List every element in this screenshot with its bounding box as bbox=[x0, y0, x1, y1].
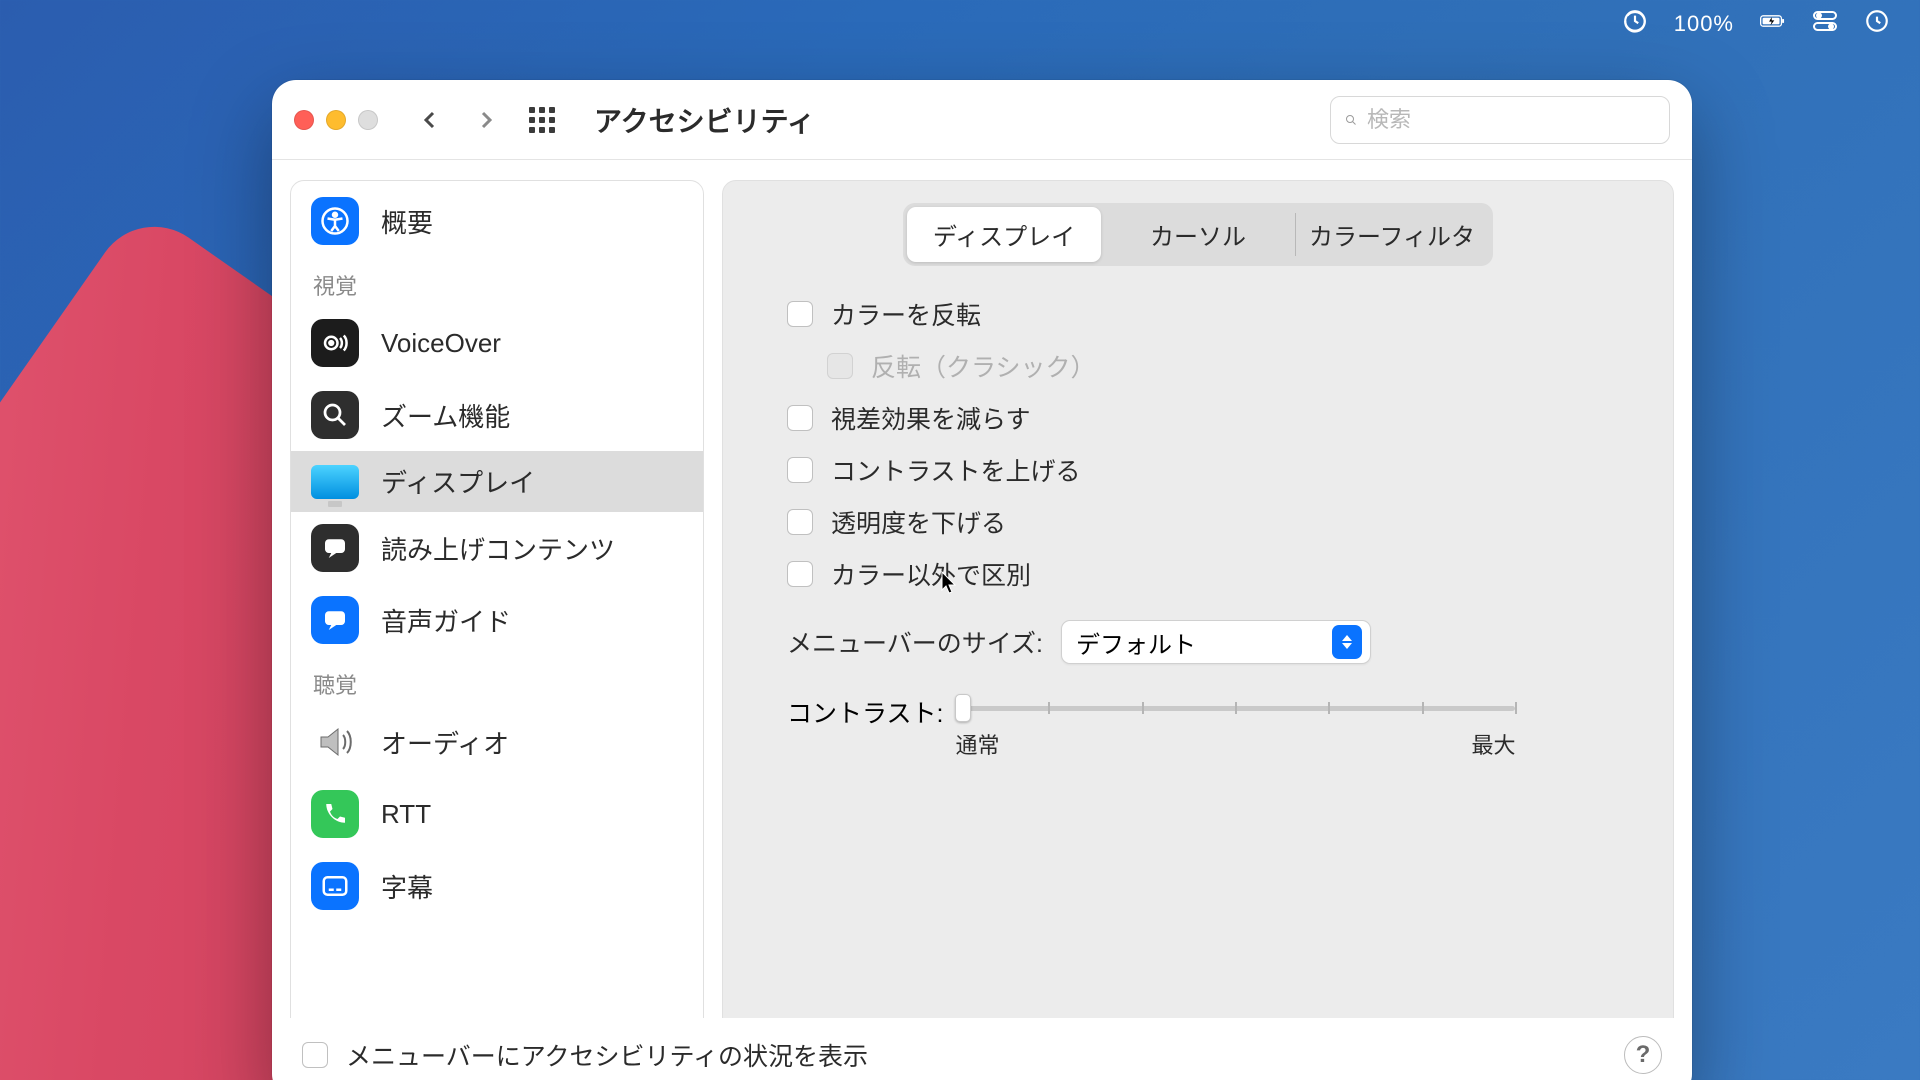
contrast-slider[interactable] bbox=[955, 694, 1515, 722]
search-icon bbox=[1345, 109, 1357, 131]
sidebar-item-label: 読み上げコンテンツ bbox=[381, 530, 615, 567]
tab-label: カラーフィルタ bbox=[1309, 224, 1475, 251]
clock-icon[interactable] bbox=[1864, 8, 1890, 40]
back-button[interactable] bbox=[408, 98, 452, 142]
checkbox[interactable] bbox=[787, 509, 813, 535]
sidebar-item-spoken-content[interactable]: 読み上げコンテンツ bbox=[291, 512, 703, 584]
sidebar-item-label: VoiceOver bbox=[381, 328, 501, 359]
select-value: デフォルト bbox=[1076, 625, 1332, 660]
select-stepper-icon bbox=[1332, 625, 1362, 659]
checkbox-label: 反転（クラシック） bbox=[871, 348, 1096, 384]
help-button[interactable]: ? bbox=[1624, 1036, 1662, 1074]
checkbox[interactable] bbox=[787, 405, 813, 431]
tab-label: ディスプレイ bbox=[933, 224, 1075, 251]
show-all-button[interactable] bbox=[520, 98, 564, 142]
contrast-label: コントラスト: bbox=[787, 694, 943, 730]
sidebar-item-rtt[interactable]: RTT bbox=[291, 778, 703, 850]
sidebar-item-label: 概要 bbox=[381, 203, 433, 240]
display-tabs: ディスプレイ カーソル カラーフィルタ bbox=[903, 203, 1493, 266]
display-icon bbox=[311, 465, 359, 499]
sidebar-item-label: RTT bbox=[381, 799, 431, 830]
tab-cursor[interactable]: カーソル bbox=[1101, 207, 1295, 262]
sidebar-item-label: 音声ガイド bbox=[381, 602, 511, 639]
window-footer: メニューバーにアクセシビリティの状況を表示 ? bbox=[290, 1018, 1674, 1080]
checkbox-label: 視差効果を減らす bbox=[831, 400, 1031, 436]
sidebar-item-audio[interactable]: オーディオ bbox=[291, 706, 703, 778]
checkbox-reduce-transparency[interactable]: 透明度を下げる bbox=[787, 504, 1623, 540]
system-menubar: 100% bbox=[1592, 0, 1920, 48]
accessibility-icon bbox=[311, 197, 359, 245]
spoken-content-icon bbox=[311, 524, 359, 572]
sidebar-section-hearing: 聴覚 bbox=[291, 656, 703, 706]
sidebar-item-label: 字幕 bbox=[381, 868, 433, 905]
zoom-icon bbox=[311, 391, 359, 439]
checkbox-differentiate-without-color[interactable]: カラー以外で区別 bbox=[787, 556, 1623, 592]
zoom-button[interactable] bbox=[358, 110, 378, 130]
voiceover-icon bbox=[311, 319, 359, 367]
main-panel: ディスプレイ カーソル カラーフィルタ カラーを反転 反転（クラシック） 視差効… bbox=[722, 180, 1674, 1080]
sidebar-section-vision: 視覚 bbox=[291, 257, 703, 307]
battery-percentage: 100% bbox=[1674, 11, 1734, 37]
checkbox-label: 透明度を下げる bbox=[831, 504, 1006, 540]
sidebar-item-label: ディスプレイ bbox=[381, 463, 535, 500]
slider-max-label: 最大 bbox=[1471, 728, 1515, 760]
checkbox-invert-classic: 反転（クラシック） bbox=[827, 348, 1623, 384]
sidebar-item-display[interactable]: ディスプレイ bbox=[291, 451, 703, 512]
checkbox-label: カラー以外で区別 bbox=[831, 556, 1031, 592]
sidebar-item-voiceover[interactable]: VoiceOver bbox=[291, 307, 703, 379]
sidebar-item-label: オーディオ bbox=[381, 724, 509, 761]
close-button[interactable] bbox=[294, 110, 314, 130]
titlebar: アクセシビリティ bbox=[272, 80, 1692, 160]
sidebar-item-label: ズーム機能 bbox=[381, 397, 510, 434]
rtt-icon bbox=[311, 790, 359, 838]
checkbox[interactable] bbox=[787, 301, 813, 327]
time-machine-icon[interactable] bbox=[1622, 8, 1648, 40]
audio-icon bbox=[311, 718, 359, 766]
checkbox-label: コントラストを上げる bbox=[831, 452, 1081, 488]
checkbox-label: カラーを反転 bbox=[831, 296, 981, 332]
search-field[interactable] bbox=[1330, 96, 1670, 144]
checkbox-increase-contrast[interactable]: コントラストを上げる bbox=[787, 452, 1623, 488]
grid-icon bbox=[529, 107, 555, 133]
audio-description-icon bbox=[311, 596, 359, 644]
tab-color-filters[interactable]: カラーフィルタ bbox=[1295, 207, 1489, 262]
checkbox[interactable] bbox=[787, 457, 813, 483]
slider-min-label: 通常 bbox=[955, 728, 999, 760]
menubar-size-select[interactable]: デフォルト bbox=[1061, 620, 1371, 664]
sidebar: 概要 視覚 VoiceOver ズーム機能 ディスプレイ bbox=[290, 180, 704, 1080]
control-center-icon[interactable] bbox=[1812, 8, 1838, 40]
battery-icon[interactable] bbox=[1760, 8, 1786, 40]
checkbox-invert-colors[interactable]: カラーを反転 bbox=[787, 296, 1623, 332]
checkbox-show-status[interactable] bbox=[302, 1042, 328, 1068]
checkbox bbox=[827, 353, 853, 379]
menubar-size-label: メニューバーのサイズ: bbox=[787, 624, 1043, 660]
slider-thumb[interactable] bbox=[955, 694, 971, 722]
tab-label: カーソル bbox=[1150, 224, 1246, 251]
window-controls bbox=[294, 110, 378, 130]
preferences-window: アクセシビリティ 概要 視覚 VoiceOver bbox=[272, 80, 1692, 1080]
footer-label: メニューバーにアクセシビリティの状況を表示 bbox=[346, 1037, 868, 1073]
sidebar-item-audio-descriptions[interactable]: 音声ガイド bbox=[291, 584, 703, 656]
sidebar-item-captions[interactable]: 字幕 bbox=[291, 850, 703, 922]
window-title: アクセシビリティ bbox=[594, 100, 815, 140]
search-input[interactable] bbox=[1367, 107, 1655, 133]
forward-button[interactable] bbox=[464, 98, 508, 142]
sidebar-item-zoom[interactable]: ズーム機能 bbox=[291, 379, 703, 451]
tab-display[interactable]: ディスプレイ bbox=[907, 207, 1101, 262]
checkbox[interactable] bbox=[787, 561, 813, 587]
captions-icon bbox=[311, 862, 359, 910]
checkbox-reduce-motion[interactable]: 視差効果を減らす bbox=[787, 400, 1623, 436]
minimize-button[interactable] bbox=[326, 110, 346, 130]
sidebar-item-overview[interactable]: 概要 bbox=[291, 185, 703, 257]
